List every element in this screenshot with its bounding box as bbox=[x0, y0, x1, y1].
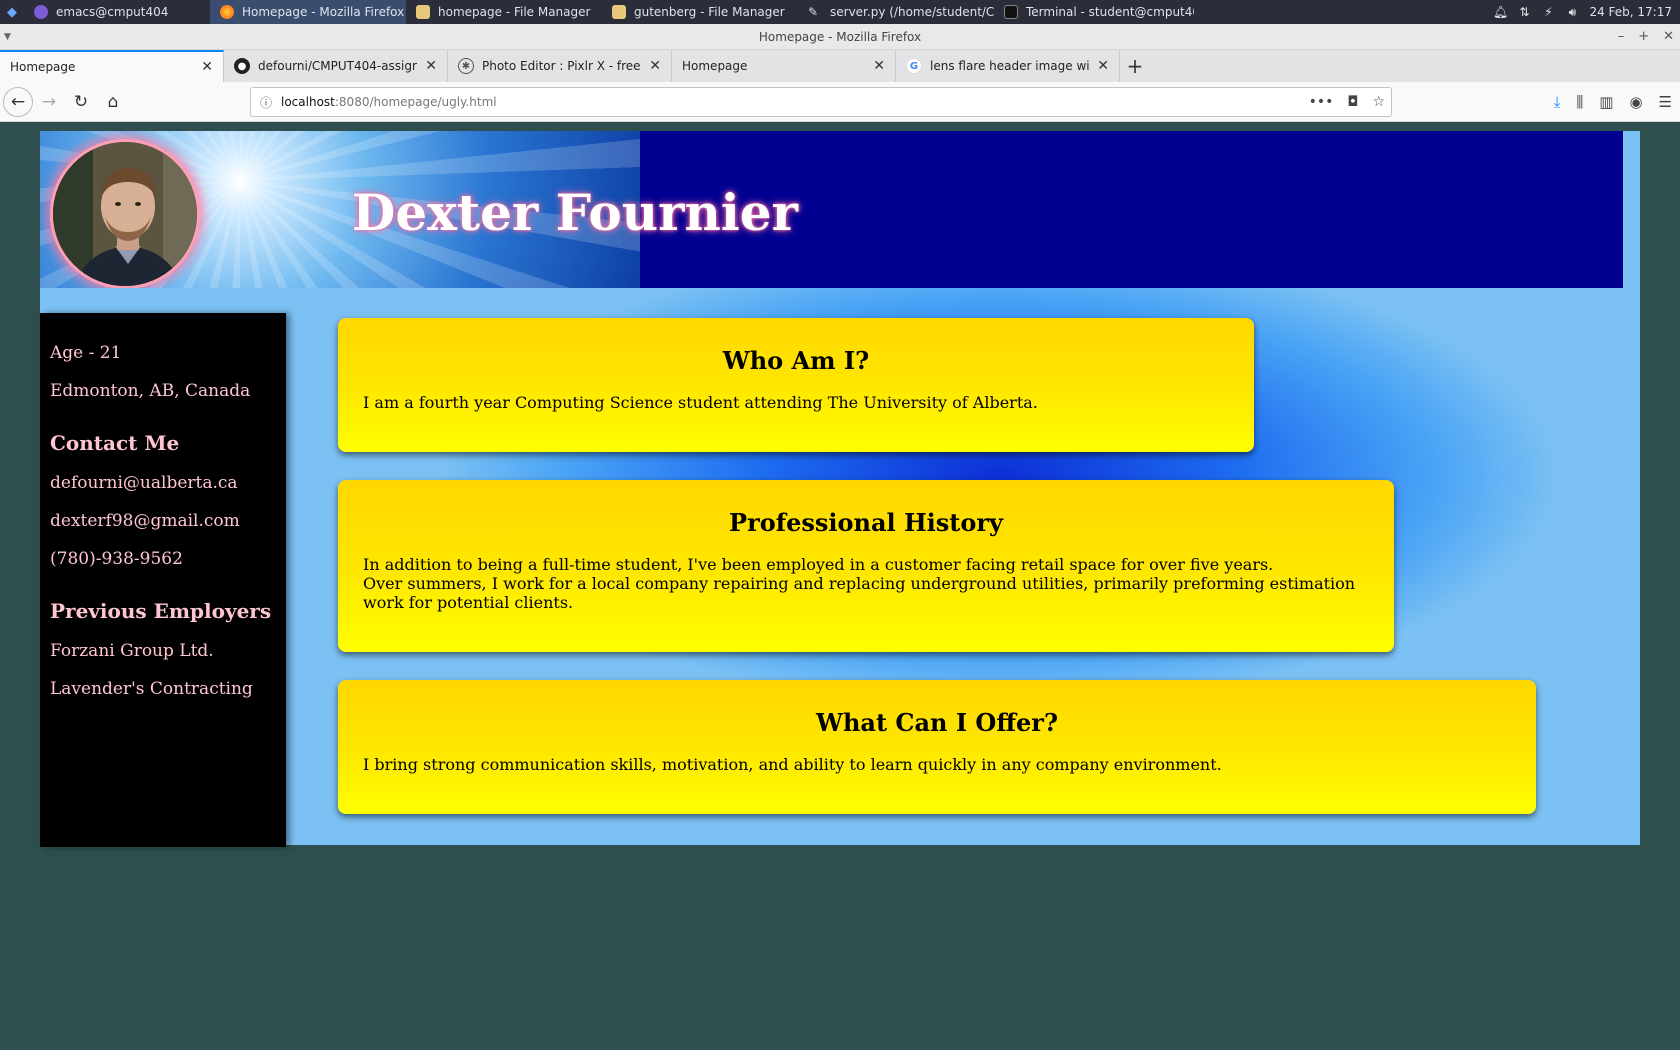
app-menu-icon[interactable]: ◆ bbox=[0, 0, 24, 24]
tab-label: Photo Editor : Pixlr X - free im bbox=[482, 59, 641, 73]
contact-heading: Contact Me bbox=[50, 431, 180, 455]
page-viewport: Dexter Fournier Age - 21 Edmonton, AB, C… bbox=[0, 122, 1680, 1050]
tab-label: lens flare header image wide bbox=[930, 59, 1090, 73]
task-label: Homepage - Mozilla Firefox bbox=[242, 5, 405, 19]
firefox-icon bbox=[220, 5, 234, 19]
window-controls: – + ✕ bbox=[1618, 24, 1674, 50]
section-body: I bring strong communication skills, mot… bbox=[363, 755, 1222, 774]
maximize-icon[interactable]: + bbox=[1638, 24, 1649, 50]
network-icon[interactable]: ⇅ bbox=[1517, 5, 1531, 19]
employer-item: Forzani Group Ltd. bbox=[50, 641, 214, 661]
task-editor[interactable]: ✎ server.py (/home/student/C... bbox=[798, 0, 994, 24]
tab-label: Homepage bbox=[10, 60, 76, 74]
task-label: emacs@cmput404 bbox=[56, 5, 169, 19]
library-icon[interactable]: ⫼ bbox=[1576, 93, 1583, 111]
site-info-icon[interactable]: ⓘ bbox=[251, 94, 281, 111]
folder-icon bbox=[612, 5, 626, 19]
page-title: Dexter Fournier bbox=[352, 183, 798, 242]
tab-pixlr[interactable]: ✱ Photo Editor : Pixlr X - free im ✕ bbox=[448, 50, 672, 82]
avatar bbox=[50, 139, 200, 288]
sidebar-toggle-icon[interactable]: ▥ bbox=[1599, 93, 1613, 111]
employers-heading: Previous Employers bbox=[50, 599, 272, 623]
task-emacs[interactable]: emacs@cmput404 bbox=[24, 0, 210, 24]
notification-bell-icon[interactable]: 🔔︎ bbox=[1493, 5, 1508, 19]
tab-bar: Homepage ✕ ● defourni/CMPUT404-assignm ✕… bbox=[0, 50, 1680, 82]
back-button[interactable]: ← bbox=[3, 86, 33, 117]
clock[interactable]: 24 Feb, 17:17 bbox=[1589, 5, 1672, 19]
url-bar[interactable]: ⓘ localhost :8080/homepage/ugly.html •••… bbox=[250, 87, 1392, 117]
minimize-icon[interactable]: – bbox=[1618, 24, 1625, 50]
toolbar-right: ⤓ ⫼ ▥ ◉ ☰ bbox=[1554, 82, 1672, 122]
close-tab-icon[interactable]: ✕ bbox=[201, 59, 213, 75]
home-button[interactable]: ⌂ bbox=[97, 86, 129, 118]
editor-icon: ✎ bbox=[808, 5, 819, 19]
url-actions: ••• ◘ ☆ bbox=[1309, 94, 1385, 110]
forward-button[interactable]: → bbox=[33, 86, 65, 118]
window-title: Homepage - Mozilla Firefox bbox=[758, 30, 922, 44]
downloads-icon[interactable]: ⤓ bbox=[1554, 93, 1561, 111]
url-path: :8080/homepage/ugly.html bbox=[334, 95, 497, 109]
folder-icon bbox=[416, 5, 430, 19]
email-primary: defourni@ualberta.ca bbox=[50, 473, 238, 493]
section-what-can-i-offer: What Can I Offer? I bring strong communi… bbox=[338, 680, 1536, 814]
close-tab-icon[interactable]: ✕ bbox=[873, 58, 885, 74]
url-host: localhost bbox=[281, 95, 335, 109]
close-window-icon[interactable]: ✕ bbox=[1663, 24, 1674, 50]
task-label: Terminal - student@cmput40... bbox=[1026, 5, 1194, 19]
section-heading: Professional History bbox=[729, 508, 1003, 537]
profile-photo bbox=[53, 142, 197, 286]
system-tray: 🔔︎ ⇅ ⚡︎ 🔊︎ 24 Feb, 17:17 bbox=[1493, 0, 1680, 24]
pocket-icon[interactable]: ◘ bbox=[1347, 94, 1358, 110]
terminal-icon bbox=[1004, 5, 1018, 19]
employer-item: Lavender's Contracting bbox=[50, 679, 253, 699]
tab-homepage-2[interactable]: Homepage ✕ bbox=[672, 50, 896, 82]
page-actions-icon[interactable]: ••• bbox=[1309, 94, 1334, 110]
info-sidebar: Age - 21 Edmonton, AB, Canada Contact Me… bbox=[40, 313, 286, 847]
navigation-toolbar: ← → ↻ ⌂ ⓘ localhost :8080/homepage/ugly.… bbox=[0, 82, 1680, 122]
task-file-manager-gutenberg[interactable]: gutenberg - File Manager bbox=[602, 0, 798, 24]
close-tab-icon[interactable]: ✕ bbox=[1097, 58, 1109, 74]
header-banner: Dexter Fournier bbox=[40, 131, 1623, 288]
task-label: gutenberg - File Manager bbox=[634, 5, 785, 19]
page-body: Dexter Fournier Age - 21 Edmonton, AB, C… bbox=[40, 131, 1640, 847]
section-professional-history: Professional History In addition to bein… bbox=[338, 480, 1394, 652]
section-heading: What Can I Offer? bbox=[815, 708, 1058, 737]
task-label: homepage - File Manager bbox=[438, 5, 591, 19]
tab-label: defourni/CMPUT404-assignm bbox=[258, 59, 418, 73]
section-body: I am a fourth year Computing Science stu… bbox=[363, 393, 1038, 412]
tab-label: Homepage bbox=[682, 59, 748, 73]
volume-icon[interactable]: 🔊︎ bbox=[1565, 5, 1579, 19]
tab-google[interactable]: G lens flare header image wide ✕ bbox=[896, 50, 1120, 82]
section-body: In addition to being a full-time student… bbox=[363, 555, 1356, 612]
age-text: Age - 21 bbox=[50, 343, 122, 363]
hamburger-menu-icon[interactable]: ☰ bbox=[1659, 93, 1672, 111]
task-label: server.py (/home/student/C... bbox=[830, 5, 994, 19]
email-secondary: dexterf98@gmail.com bbox=[50, 511, 240, 531]
pixlr-icon: ✱ bbox=[458, 58, 474, 74]
section-who-am-i: Who Am I? I am a fourth year Computing S… bbox=[338, 318, 1254, 452]
window-menu-icon[interactable]: ▼ bbox=[4, 24, 11, 50]
task-file-manager-homepage[interactable]: homepage - File Manager bbox=[406, 0, 602, 24]
github-icon: ● bbox=[234, 58, 250, 74]
new-tab-button[interactable]: + bbox=[1120, 50, 1150, 82]
section-heading: Who Am I? bbox=[722, 346, 870, 375]
bookmark-star-icon[interactable]: ☆ bbox=[1372, 94, 1385, 110]
window-titlebar: ▼ Homepage - Mozilla Firefox – + ✕ bbox=[0, 24, 1680, 50]
reload-button[interactable]: ↻ bbox=[65, 86, 97, 118]
account-icon[interactable]: ◉ bbox=[1629, 93, 1642, 111]
task-firefox[interactable]: Homepage - Mozilla Firefox bbox=[210, 0, 406, 24]
google-icon: G bbox=[906, 58, 922, 74]
tab-github[interactable]: ● defourni/CMPUT404-assignm ✕ bbox=[224, 50, 448, 82]
desktop-taskbar: ◆ emacs@cmput404 Homepage - Mozilla Fire… bbox=[0, 0, 1680, 24]
close-tab-icon[interactable]: ✕ bbox=[425, 58, 437, 74]
location-text: Edmonton, AB, Canada bbox=[50, 381, 251, 401]
emacs-icon bbox=[34, 5, 48, 19]
close-tab-icon[interactable]: ✕ bbox=[649, 58, 661, 74]
phone-number: (780)-938-9562 bbox=[50, 549, 183, 569]
task-terminal[interactable]: Terminal - student@cmput40... bbox=[994, 0, 1194, 24]
tab-homepage[interactable]: Homepage ✕ bbox=[0, 50, 224, 82]
power-icon[interactable]: ⚡︎ bbox=[1541, 5, 1555, 19]
